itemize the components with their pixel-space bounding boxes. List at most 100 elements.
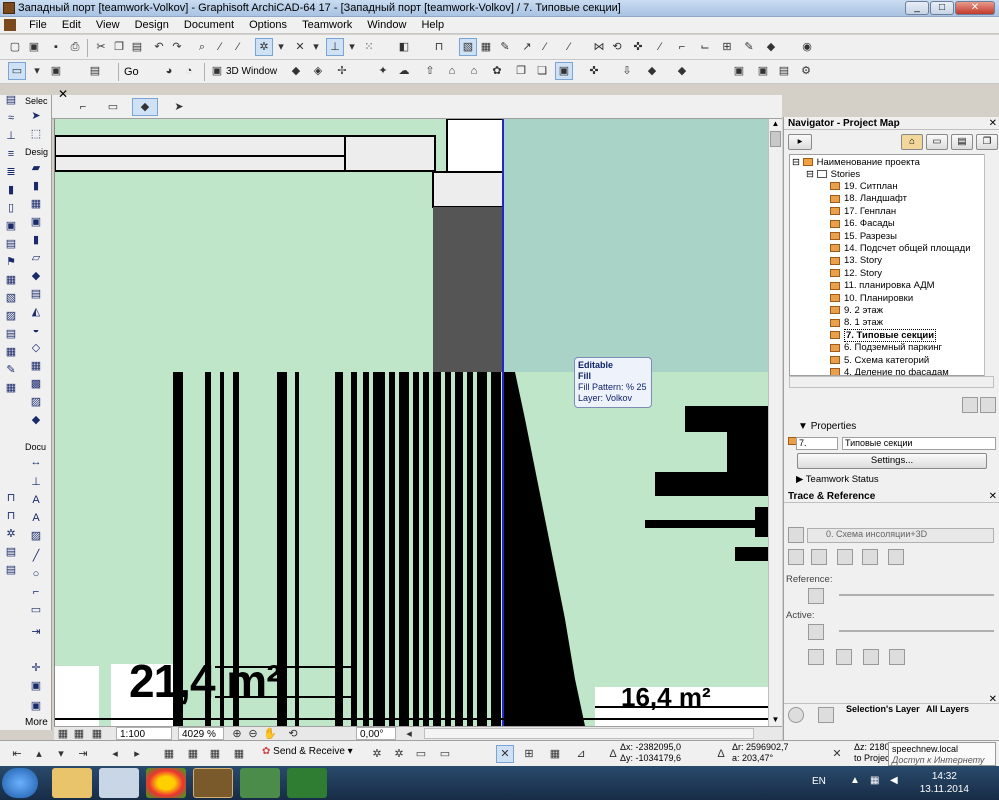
- story-name-field[interactable]: Типовые секции: [842, 437, 996, 450]
- lock2-small-icon[interactable]: ⊓: [3, 509, 19, 523]
- nav-last-icon[interactable]: ⇥: [74, 745, 92, 763]
- reference-select[interactable]: 0. Схема инсоляции+3D: [807, 528, 994, 543]
- story-item[interactable]: 17. Генплан: [830, 206, 896, 218]
- circle-tool-icon[interactable]: ○: [28, 567, 44, 581]
- flag-icon[interactable]: ⚑: [3, 255, 19, 269]
- scroll-thumb[interactable]: [770, 131, 781, 147]
- close-icon[interactable]: ✕: [989, 490, 997, 503]
- marquee-icon[interactable]: ⬚: [28, 127, 44, 141]
- trace-btn9-icon[interactable]: [889, 649, 905, 665]
- geometry-icon[interactable]: ▭: [104, 98, 122, 116]
- polyline-icon[interactable]: ⌐: [28, 585, 44, 599]
- vertical-scrollbar[interactable]: ▲ ▼: [768, 119, 782, 726]
- zoom-in-icon[interactable]: ⊕: [230, 725, 244, 740]
- arrow-icon[interactable]: ➤: [28, 109, 44, 123]
- scroll-down-icon[interactable]: ▼: [770, 715, 781, 725]
- house2-icon[interactable]: ⌂: [465, 62, 483, 80]
- story-item[interactable]: 9. 2 этаж: [830, 305, 883, 317]
- go-label[interactable]: Go: [124, 66, 139, 78]
- tree-root[interactable]: ⊟ Наименование проекта: [792, 157, 920, 169]
- story-item[interactable]: 11. планировка АДМ: [830, 280, 935, 292]
- fill-icon[interactable]: ▨: [28, 529, 44, 543]
- dimension-icon[interactable]: ↔: [28, 455, 44, 469]
- archicad-app-icon[interactable]: [3, 2, 15, 14]
- camera-icon[interactable]: ◔: [180, 62, 198, 80]
- tree-scrollbar[interactable]: [984, 154, 994, 376]
- screen-icon[interactable]: ▣: [730, 62, 748, 80]
- magic-wand-icon[interactable]: ✲: [255, 38, 273, 56]
- teamwork-status[interactable]: ▶ Teamwork Status: [796, 474, 879, 485]
- text-icon[interactable]: A: [28, 493, 44, 507]
- chevron-down-icon[interactable]: ▾: [343, 38, 361, 56]
- scale-field[interactable]: 1:100: [116, 727, 172, 740]
- delete-icon[interactable]: [980, 397, 996, 413]
- menu-teamwork[interactable]: Teamwork: [296, 17, 358, 33]
- copy-icon[interactable]: ❐: [110, 38, 128, 56]
- stair-icon[interactable]: ▤: [28, 287, 44, 301]
- volume-icon[interactable]: ◀: [890, 775, 898, 786]
- trace-ref-icon[interactable]: ▣: [555, 62, 573, 80]
- story-item[interactable]: 7. Типовые секции: [830, 328, 937, 342]
- tracker-icon[interactable]: ✕: [496, 745, 514, 763]
- console-taskbar-icon[interactable]: [240, 768, 280, 798]
- shell-icon[interactable]: ◒: [28, 323, 44, 337]
- section-tool-icon[interactable]: ⇥: [28, 625, 44, 639]
- find-select-icon[interactable]: ⌕: [193, 38, 211, 56]
- fill-mode-icon[interactable]: ◆: [132, 98, 158, 116]
- folder-icon[interactable]: ▭: [436, 745, 454, 763]
- trace-toggle-icon[interactable]: [788, 527, 804, 543]
- label-icon[interactable]: A: [28, 511, 44, 525]
- cut-icon[interactable]: ✂: [92, 38, 110, 56]
- archicad-taskbar-icon[interactable]: [193, 768, 233, 798]
- plan-icon[interactable]: ▧: [3, 291, 19, 305]
- area-label-right[interactable]: 16,4 m²: [621, 682, 711, 713]
- tray-arrow-icon[interactable]: ▲: [850, 775, 860, 786]
- adjust-icon[interactable]: ⌙: [696, 38, 714, 56]
- trace-btn8-icon[interactable]: [863, 649, 879, 665]
- document-icon[interactable]: [4, 19, 16, 31]
- undo-icon[interactable]: ↶: [150, 38, 168, 56]
- rel-icon[interactable]: ⊿: [572, 745, 590, 763]
- start-button[interactable]: [2, 768, 38, 798]
- column-icon[interactable]: ▮: [28, 233, 44, 247]
- view-icon[interactable]: ▣: [47, 62, 65, 80]
- nav-up-icon[interactable]: ▴: [30, 745, 48, 763]
- resize-icon[interactable]: ⊞: [718, 38, 736, 56]
- menu-document[interactable]: Document: [178, 17, 240, 33]
- open-icon[interactable]: ▣: [25, 38, 43, 56]
- stretch-icon[interactable]: ⁄: [651, 38, 669, 56]
- more-label[interactable]: More: [25, 717, 48, 728]
- floor-plan-canvas[interactable]: 21,4 m² 16,4 m²: [54, 119, 768, 726]
- pick-up-icon[interactable]: ⁄: [211, 38, 229, 56]
- line-tool-icon[interactable]: ╱: [28, 549, 44, 563]
- stack-icon[interactable]: ≣: [3, 165, 19, 179]
- zone-small-icon[interactable]: ▣: [3, 219, 19, 233]
- window-icon[interactable]: ▦: [28, 197, 44, 211]
- arrow-up-icon[interactable]: ⇧: [421, 62, 439, 80]
- level-dim-icon[interactable]: ⊥: [28, 475, 44, 489]
- settings-button[interactable]: Settings...: [797, 453, 987, 469]
- chevron-down-icon[interactable]: ▾: [272, 38, 290, 56]
- snap-guide-icon[interactable]: ⊞: [520, 745, 538, 763]
- pen-color-icon[interactable]: ✎: [740, 38, 758, 56]
- chevron-down-icon[interactable]: ▾: [28, 62, 46, 80]
- network-icon[interactable]: ▦: [870, 775, 879, 786]
- delta-r-icon[interactable]: Δ: [712, 745, 730, 763]
- print-icon[interactable]: ⎙: [66, 38, 84, 56]
- skylight-icon[interactable]: ◇: [28, 341, 44, 355]
- story-item[interactable]: 15. Разрезы: [830, 231, 897, 243]
- brush-icon[interactable]: ◆: [673, 62, 691, 80]
- line3-icon[interactable]: ⁄: [560, 38, 578, 56]
- chevron-down-icon[interactable]: ▾: [307, 38, 325, 56]
- plan2-icon[interactable]: ▨: [3, 309, 19, 323]
- reserve-icon[interactable]: ✲: [368, 745, 386, 763]
- beam-icon[interactable]: ▱: [28, 251, 44, 265]
- grid-snap-icon[interactable]: ⊥: [326, 38, 344, 56]
- project-map-icon[interactable]: ⌂: [901, 134, 923, 150]
- menu-design[interactable]: Design: [129, 17, 175, 33]
- house-icon[interactable]: ⌂: [443, 62, 461, 80]
- sheet-icon[interactable]: ▦: [206, 745, 224, 763]
- trace-btn3-icon[interactable]: [837, 549, 853, 565]
- split-icon[interactable]: ⌐: [673, 38, 691, 56]
- reference-slider[interactable]: [839, 594, 994, 596]
